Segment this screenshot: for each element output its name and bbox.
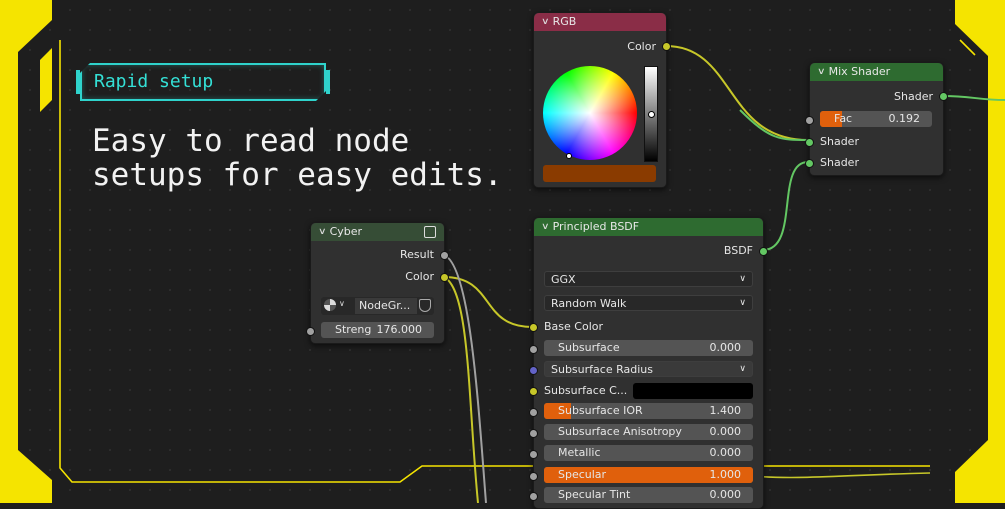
collapse-chevron-icon[interactable]: ∨ (541, 13, 550, 31)
mix-shader-node[interactable]: ∨ Mix Shader Shader Fac 0.192 Shader Sha… (805, 62, 948, 176)
nodegroup-dropdown-chevron-icon[interactable]: ∨ (339, 299, 345, 308)
cyber-output-result-label: Result (400, 248, 434, 261)
subsurface-ior-field[interactable]: Subsurface IOR 1.400 (544, 403, 753, 419)
color-wheel-cursor[interactable] (566, 153, 572, 159)
metallic-socket[interactable] (529, 450, 538, 459)
link-rgb-to-mix-fac (665, 45, 809, 141)
cyber-output-color-label: Color (405, 270, 434, 283)
specular-tint-field[interactable]: Specular Tint 0.000 (544, 487, 753, 503)
collapse-chevron-icon[interactable]: ∨ (541, 218, 550, 236)
subsurface-radius-dropdown[interactable]: Subsurface Radius ∨ (544, 361, 753, 377)
value-slider-handle[interactable] (648, 111, 655, 118)
badge-left-accent (76, 70, 80, 94)
subsurface-anisotropy-socket[interactable] (529, 429, 538, 438)
strength-value: 176.000 (376, 323, 423, 336)
mix-shader-input-2-label: Shader (820, 156, 859, 169)
subsurface-anisotropy-value: 0.000 (709, 425, 742, 438)
subsurface-ior-socket[interactable] (529, 408, 538, 417)
node-editor-canvas[interactable]: Rapid setup Easy to read node setups for… (0, 0, 1005, 509)
subsurface-radius-socket[interactable] (529, 366, 538, 375)
collapse-chevron-icon[interactable]: ∨ (318, 223, 327, 241)
rgb-output-color-socket[interactable] (662, 42, 671, 51)
cyber-output-color-socket[interactable] (440, 273, 449, 282)
bsdf-output-socket[interactable] (759, 247, 768, 256)
link-mix-shader-out (942, 95, 1005, 101)
subsurface-field[interactable]: Subsurface 0.000 (544, 340, 753, 356)
link-bsdf-to-mix-shader (762, 161, 809, 251)
specular-label: Specular (558, 468, 607, 481)
link-rgb-to-mix-fac-green (739, 109, 809, 141)
mix-shader-output-socket[interactable] (939, 92, 948, 101)
subsurface-ior-value: 1.400 (709, 404, 742, 417)
cyber-strength-socket[interactable] (306, 327, 315, 336)
cyber-node-title: Cyber (329, 225, 363, 238)
specular-field[interactable]: Specular 1.000 (544, 467, 753, 483)
rapid-setup-badge: Rapid setup (80, 63, 326, 101)
cyber-group-node[interactable]: ∨ Cyber Result Color ∨ NodeGr... Streng … (306, 222, 449, 344)
headline-text: Easy to read node setups for easy edits. (92, 123, 503, 193)
chevron-down-icon: ∨ (739, 274, 746, 284)
specular-tint-label: Specular Tint (558, 488, 631, 501)
badge-right-accent (326, 70, 330, 94)
subsurface-color-socket[interactable] (529, 387, 538, 396)
specular-socket[interactable] (529, 472, 538, 481)
subsurface-socket[interactable] (529, 345, 538, 354)
rgb-output-color-label: Color (627, 40, 656, 53)
chevron-down-icon: ∨ (739, 364, 746, 374)
specular-tint-socket[interactable] (529, 492, 538, 501)
rgb-color-swatch[interactable] (543, 165, 656, 182)
mix-shader-input-1-socket[interactable] (805, 138, 814, 147)
metallic-field[interactable]: Metallic 0.000 (544, 445, 753, 461)
distribution-value: GGX (551, 273, 576, 286)
fac-value: 0.192 (888, 112, 921, 125)
principled-bsdf-header[interactable]: ∨ Principled BSDF (534, 218, 763, 236)
subsurface-anisotropy-label: Subsurface Anisotropy (558, 425, 682, 438)
cyber-output-result-socket[interactable] (440, 251, 449, 260)
cyber-node-header[interactable]: ∨ Cyber (311, 223, 444, 241)
rgb-node-title: RGB (552, 15, 577, 28)
subsurface-anisotropy-field[interactable]: Subsurface Anisotropy 0.000 (544, 424, 753, 440)
mix-shader-output-label: Shader (894, 90, 933, 103)
nodegroup-name-field[interactable]: NodeGr... (355, 298, 417, 314)
subsurface-color-label: Subsurface C... (544, 384, 628, 397)
bsdf-output-label: BSDF (723, 244, 753, 257)
subsurface-method-dropdown[interactable]: Random Walk ∨ (544, 295, 753, 311)
subsurface-ior-label: Subsurface IOR (558, 404, 643, 417)
mix-shader-input-2-socket[interactable] (805, 159, 814, 168)
mix-shader-input-1-label: Shader (820, 135, 859, 148)
base-color-label: Base Color (544, 320, 604, 333)
link-cyber-color-to-basecolor (443, 276, 533, 328)
node-group-icon[interactable] (424, 226, 436, 238)
subsurface-color-swatch[interactable] (633, 383, 753, 399)
chevron-down-icon: ∨ (739, 298, 746, 308)
strength-field[interactable]: Streng 176.000 (321, 322, 434, 338)
fac-label: Fac (834, 112, 853, 125)
specular-value: 1.000 (709, 468, 742, 481)
subsurface-label: Subsurface (558, 341, 620, 354)
link-specular-right (751, 472, 931, 479)
subsurface-radius-label: Subsurface Radius (551, 363, 653, 376)
distribution-dropdown[interactable]: GGX ∨ (544, 271, 753, 287)
nodegroup-type-icon[interactable] (324, 299, 336, 311)
mix-shader-header[interactable]: ∨ Mix Shader (810, 63, 943, 81)
fac-slider[interactable]: Fac 0.192 (820, 111, 932, 127)
base-color-socket[interactable] (529, 323, 538, 332)
subsurface-value: 0.000 (709, 341, 742, 354)
fake-user-shield-icon[interactable] (419, 299, 431, 312)
collapse-chevron-icon[interactable]: ∨ (817, 63, 826, 81)
rgb-node[interactable]: ∨ RGB Color (533, 12, 671, 188)
strength-label: Streng (335, 323, 372, 336)
link-cyber-color-down-1 (443, 276, 479, 503)
principled-bsdf-title: Principled BSDF (552, 220, 640, 233)
mix-shader-title: Mix Shader (828, 65, 891, 78)
nodegroup-selector[interactable]: ∨ NodeGr... (321, 297, 434, 315)
mix-fac-socket[interactable] (805, 116, 814, 125)
principled-bsdf-node[interactable]: ∨ Principled BSDF BSDF GGX ∨ Random Walk… (529, 217, 768, 509)
subsurface-method-value: Random Walk (551, 297, 627, 310)
metallic-value: 0.000 (709, 446, 742, 459)
color-wheel[interactable] (543, 66, 637, 160)
metallic-label: Metallic (558, 446, 601, 459)
rgb-node-header[interactable]: ∨ RGB (534, 13, 666, 31)
specular-tint-value: 0.000 (709, 488, 742, 501)
